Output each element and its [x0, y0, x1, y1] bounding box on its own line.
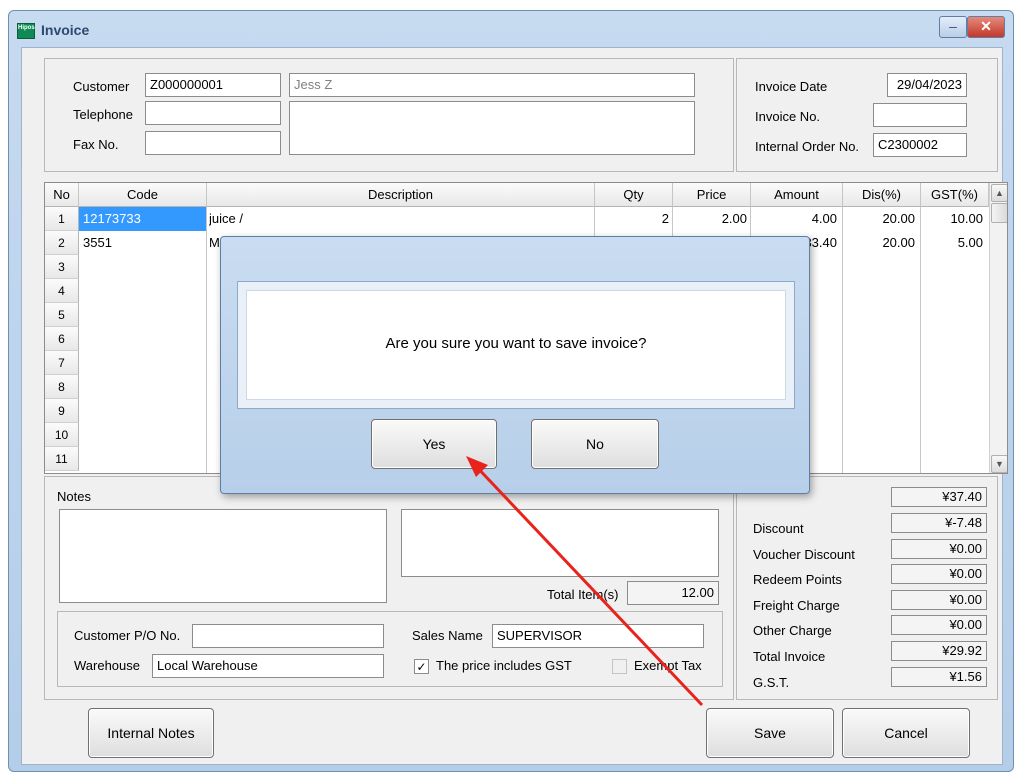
- row-number[interactable]: 4: [45, 279, 79, 303]
- column-divider: [206, 207, 207, 473]
- notes-group: Notes Total Item(s) 12.00 Customer P/O N…: [44, 476, 734, 700]
- freight-charge-label: Freight Charge: [753, 598, 840, 613]
- customer-group: Customer Z000000001 Jess Z Telephone Fax…: [44, 58, 734, 172]
- cell-price[interactable]: 2.00: [673, 207, 747, 231]
- total-invoice-field: ¥29.92: [891, 641, 987, 661]
- notes-textarea[interactable]: [59, 509, 387, 603]
- cell-dis[interactable]: 20.00: [843, 207, 915, 231]
- row-number[interactable]: 1: [45, 207, 79, 231]
- row-number[interactable]: 7: [45, 351, 79, 375]
- telephone-label: Telephone: [73, 107, 133, 122]
- sales-name-field[interactable]: SUPERVISOR: [492, 624, 704, 648]
- scroll-down-icon[interactable]: ▼: [991, 455, 1007, 473]
- yes-button[interactable]: Yes: [371, 419, 497, 469]
- cell-code[interactable]: 12173733: [79, 207, 206, 231]
- redeem-points-label: Redeem Points: [753, 572, 842, 587]
- column-header-code[interactable]: Code: [79, 183, 207, 207]
- scroll-up-icon[interactable]: ▲: [991, 184, 1007, 202]
- invoice-date-label: Invoice Date: [755, 79, 828, 94]
- cell-code[interactable]: 3551: [83, 231, 206, 255]
- cell-amount[interactable]: 4.00: [751, 207, 837, 231]
- warehouse-field[interactable]: Local Warehouse: [152, 654, 384, 678]
- discount-label: Discount: [753, 521, 804, 536]
- confirm-dialog: Are you sure you want to save invoice? Y…: [220, 236, 810, 494]
- voucher-discount-label: Voucher Discount: [753, 547, 855, 562]
- address-field[interactable]: [289, 101, 695, 155]
- dialog-message-box: Are you sure you want to save invoice?: [246, 290, 786, 400]
- total-invoice-label: Total Invoice: [753, 649, 826, 664]
- customer-po-field[interactable]: [192, 624, 384, 648]
- total-items-field: 12.00: [627, 581, 719, 605]
- customer-name-field[interactable]: Jess Z: [289, 73, 695, 97]
- dialog-message-panel: Are you sure you want to save invoice?: [237, 281, 795, 409]
- save-button[interactable]: Save: [706, 708, 834, 758]
- other-charge-label: Other Charge: [753, 623, 832, 638]
- notes-secondary-textarea[interactable]: [401, 509, 719, 577]
- gst-included-label: The price includes GST: [436, 658, 572, 673]
- internal-order-field[interactable]: C2300002: [873, 133, 967, 157]
- no-button[interactable]: No: [531, 419, 659, 469]
- row-number[interactable]: 10: [45, 423, 79, 447]
- column-header-dis[interactable]: Dis(%): [843, 183, 921, 207]
- order-details-group: Customer P/O No. Warehouse Local Warehou…: [57, 611, 723, 687]
- cell-dis[interactable]: 20.00: [843, 231, 915, 255]
- exempt-tax-label: Exempt Tax: [634, 658, 702, 673]
- dialog-message: Are you sure you want to save invoice?: [385, 335, 647, 352]
- subtotal-field: ¥37.40: [891, 487, 987, 507]
- app-logo-icon: Hipos: [17, 23, 35, 39]
- cell-qty[interactable]: 2: [595, 207, 669, 231]
- cell-gst[interactable]: 10.00: [921, 207, 983, 231]
- row-number[interactable]: 5: [45, 303, 79, 327]
- cell-gst[interactable]: 5.00: [921, 231, 983, 255]
- customer-label: Customer: [73, 79, 130, 94]
- cell-description[interactable]: juice /: [209, 207, 593, 231]
- fax-field[interactable]: [145, 131, 281, 155]
- internal-order-label: Internal Order No.: [755, 139, 860, 154]
- column-header-price[interactable]: Price: [673, 183, 751, 207]
- voucher-discount-field: ¥0.00: [891, 539, 987, 559]
- telephone-field[interactable]: [145, 101, 281, 125]
- row-number[interactable]: 6: [45, 327, 79, 351]
- cancel-button[interactable]: Cancel: [842, 708, 970, 758]
- total-items-label: Total Item(s): [547, 587, 619, 602]
- internal-notes-button[interactable]: Internal Notes: [88, 708, 214, 758]
- customer-po-label: Customer P/O No.: [74, 628, 181, 643]
- minimize-button[interactable]: –: [939, 16, 967, 38]
- gst-label: G.S.T.: [753, 675, 790, 690]
- scroll-thumb[interactable]: [991, 203, 1007, 223]
- column-header-no[interactable]: No: [45, 183, 79, 207]
- row-number[interactable]: 2: [45, 231, 79, 255]
- other-charge-field: ¥0.00: [891, 615, 987, 635]
- column-header-description[interactable]: Description: [207, 183, 595, 207]
- invoice-number-field[interactable]: [873, 103, 967, 127]
- freight-charge-field: ¥0.00: [891, 590, 987, 610]
- redeem-points-field: ¥0.00: [891, 564, 987, 584]
- close-button[interactable]: ✕: [967, 16, 1005, 38]
- gst-field: ¥1.56: [891, 667, 987, 687]
- row-number[interactable]: 9: [45, 399, 79, 423]
- row-number[interactable]: 3: [45, 255, 79, 279]
- gst-included-checkbox[interactable]: ✓: [414, 659, 429, 674]
- sales-name-label: Sales Name: [412, 628, 483, 643]
- invoice-number-label: Invoice No.: [755, 109, 821, 124]
- row-number[interactable]: 11: [45, 447, 79, 471]
- window-title: Invoice: [41, 22, 90, 38]
- fax-label: Fax No.: [73, 137, 119, 152]
- warehouse-label: Warehouse: [74, 658, 140, 673]
- discount-field: ¥-7.48: [891, 513, 987, 533]
- invoice-date-field[interactable]: 29/04/2023: [887, 73, 967, 97]
- row-number[interactable]: 8: [45, 375, 79, 399]
- title-bar[interactable]: Hipos Invoice – ✕: [9, 11, 1013, 45]
- column-header-gst[interactable]: GST(%): [921, 183, 989, 207]
- notes-label: Notes: [57, 489, 91, 504]
- customer-code-field[interactable]: Z000000001: [145, 73, 281, 97]
- exempt-tax-checkbox[interactable]: [612, 659, 627, 674]
- totals-group: ¥37.40 Discount ¥-7.48 Voucher Discount …: [736, 476, 998, 700]
- column-header-qty[interactable]: Qty: [595, 183, 673, 207]
- column-header-amount[interactable]: Amount: [751, 183, 843, 207]
- invoice-info-group: Invoice Date 29/04/2023 Invoice No. Inte…: [736, 58, 998, 172]
- grid-vertical-scrollbar[interactable]: ▲ ▼: [989, 183, 1007, 473]
